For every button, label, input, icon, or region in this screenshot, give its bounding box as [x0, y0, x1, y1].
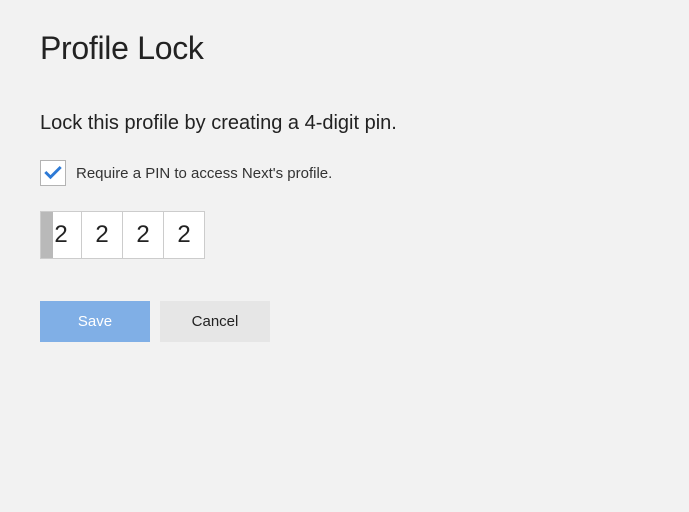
button-row: Save Cancel: [40, 301, 649, 342]
pin-digit-4[interactable]: [163, 211, 205, 259]
pin-digit-3[interactable]: [122, 211, 164, 259]
pin-digit-1[interactable]: [40, 211, 82, 259]
pin-digit-2[interactable]: [81, 211, 123, 259]
require-pin-checkbox[interactable]: [40, 160, 66, 186]
save-button[interactable]: Save: [40, 301, 150, 342]
pin-input-row: [40, 211, 649, 259]
require-pin-label: Require a PIN to access Next's profile.: [76, 165, 332, 182]
require-pin-row: Require a PIN to access Next's profile.: [40, 160, 649, 186]
cancel-button[interactable]: Cancel: [160, 301, 270, 342]
checkmark-icon: [43, 163, 63, 183]
page-title: Profile Lock: [40, 30, 649, 67]
page-subtitle: Lock this profile by creating a 4-digit …: [40, 112, 649, 135]
